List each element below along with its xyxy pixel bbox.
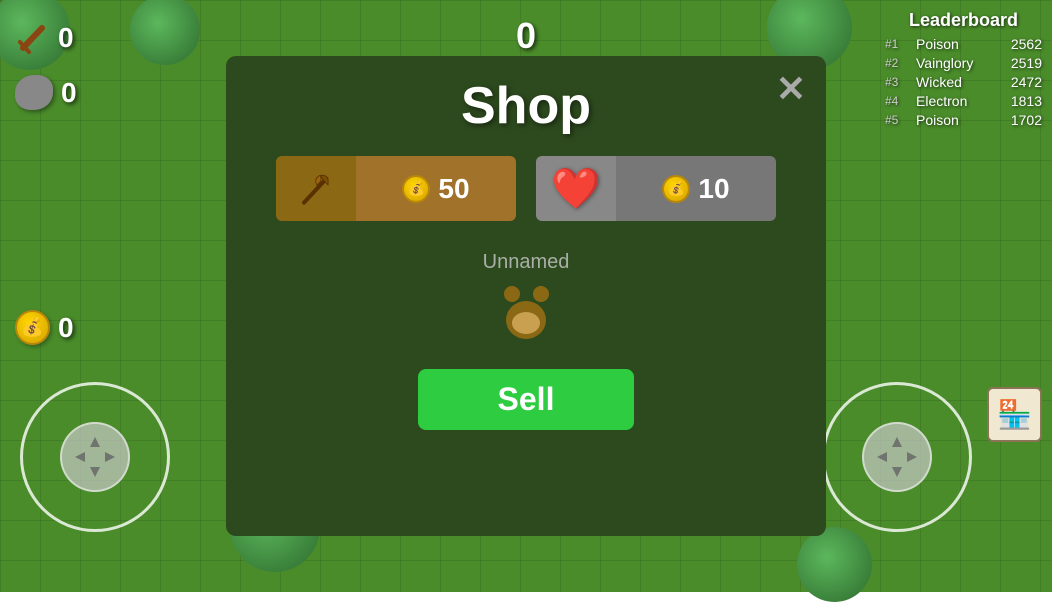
tree-decoration xyxy=(130,0,200,65)
axe-price-value: 50 xyxy=(438,173,469,205)
heart-price: 💰 10 xyxy=(616,156,776,221)
axe-price: 💰 50 xyxy=(356,156,516,221)
coin-icon-small: 💰 xyxy=(662,175,690,203)
shop-item-axe[interactable]: 💰 50 xyxy=(276,156,516,221)
bear-character xyxy=(499,284,554,339)
axe-icon xyxy=(276,156,356,221)
shop-items-row: 💰 50 ❤️ 💰 10 xyxy=(276,156,776,221)
left-joystick[interactable] xyxy=(20,382,170,532)
shop-title: Shop xyxy=(461,76,591,136)
joystick-arrows-icon xyxy=(70,432,120,482)
bear-head xyxy=(506,301,546,339)
bear-ear-left xyxy=(504,286,520,302)
right-joystick-inner[interactable] xyxy=(862,422,932,492)
heart-icon: ❤️ xyxy=(536,156,616,221)
heart-price-value: 10 xyxy=(698,173,729,205)
axe-svg xyxy=(296,169,336,209)
shop-item-heart[interactable]: ❤️ 💰 10 xyxy=(536,156,776,221)
sell-button[interactable]: Sell xyxy=(418,369,635,430)
bear-face xyxy=(512,312,540,334)
bear-ear-right xyxy=(533,286,549,302)
right-joystick[interactable] xyxy=(822,382,972,532)
joystick-arrows-icon xyxy=(872,432,922,482)
heart-symbol: ❤️ xyxy=(551,165,601,212)
tree-decoration xyxy=(797,527,872,602)
coin-icon-small: 💰 xyxy=(402,175,430,203)
left-joystick-inner[interactable] xyxy=(60,422,130,492)
shop-modal: Shop ✕ 💰 50 ❤️ 💰 10 xyxy=(226,56,826,536)
tree-decoration xyxy=(0,0,70,70)
close-button[interactable]: ✕ xyxy=(776,71,806,107)
player-name: Unnamed xyxy=(483,251,570,274)
